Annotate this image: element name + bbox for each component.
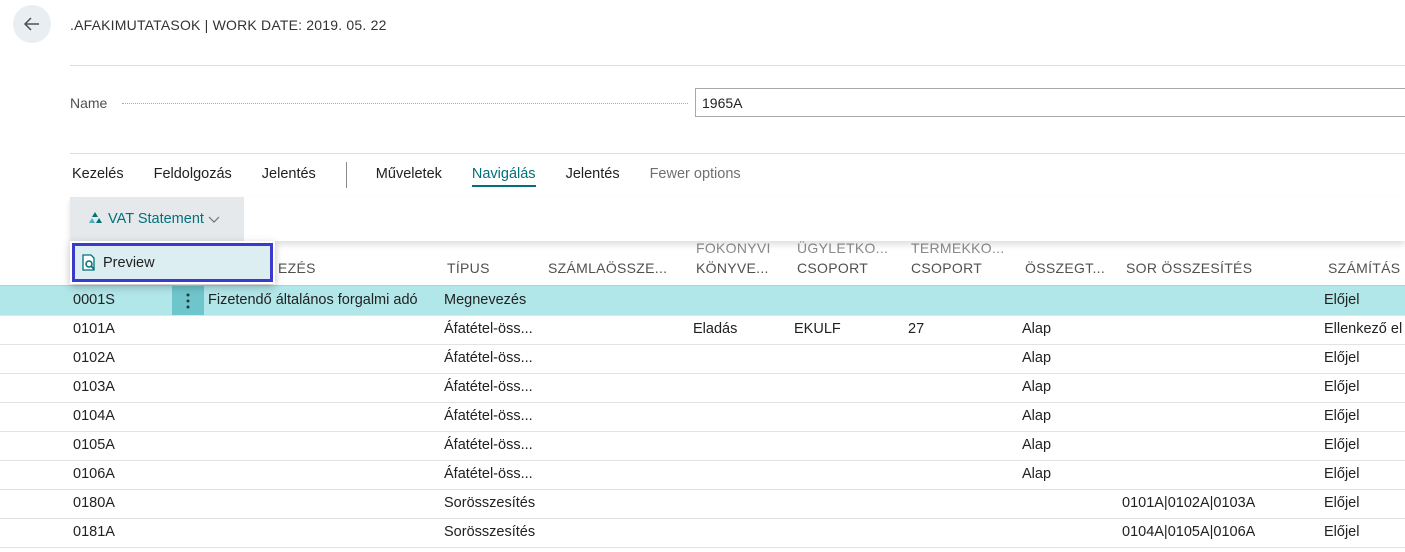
row-amount-type-cell: Alap xyxy=(1022,466,1052,482)
table-row[interactable]: 0181A Sorösszesítés 0104A|0105A|0106A Elője… xyxy=(0,518,1405,548)
table-row[interactable]: 0106A Áfatétel-öss... Alap Előjel xyxy=(0,460,1405,490)
col-header-gl-posting[interactable]: FOKONYVI KÖNYVE... xyxy=(696,238,771,283)
table-row[interactable]: 0001S Fizetendő általános forgalmi adó Meg… xyxy=(0,286,1405,316)
col-header-product-group-bottom: CSOPORT xyxy=(911,260,983,276)
action-bar: VAT Statement xyxy=(70,197,1405,241)
col-header-business-group[interactable]: ÜGYLETKO... CSOPORT xyxy=(797,238,888,283)
action-tabs: Kezelés Feldolgozás Jelentés Műveletek N… xyxy=(72,162,771,190)
col-header-gl-posting-top: FOKONYVI xyxy=(696,240,771,256)
row-business-group-cell: EKULF xyxy=(794,321,841,337)
row-calculation-cell: Előjel xyxy=(1324,524,1360,540)
row-code-cell: 0103A xyxy=(73,379,115,395)
fewer-options-button[interactable]: Fewer options xyxy=(650,166,741,185)
row-calculation-cell: Előjel xyxy=(1324,379,1360,395)
row-code-cell: 0180A xyxy=(73,495,115,511)
vat-statement-label: VAT Statement xyxy=(108,211,204,227)
tab-navigalas[interactable]: Navigálás xyxy=(471,166,536,187)
col-header-product-group-top: TERMEKKO... xyxy=(911,240,1005,256)
table-row[interactable]: 0101A Áfatétel-öss... Eladás EKULF 27 Alap Ell… xyxy=(0,315,1405,345)
row-amount-type-cell: Alap xyxy=(1022,437,1052,453)
arrow-left-icon xyxy=(23,17,39,31)
row-amount-type-cell: Alap xyxy=(1022,350,1052,366)
row-description-cell: Fizetendő általános forgalmi adó xyxy=(208,292,418,308)
row-code-cell: 0106A xyxy=(73,466,115,482)
page-title: .AFAKIMUTATASOK | WORK DATE: 2019. 05. 2… xyxy=(70,17,387,33)
col-header-product-group[interactable]: TERMEKKO... CSOPORT xyxy=(911,238,1005,283)
chevron-down-icon xyxy=(208,216,220,223)
back-button[interactable] xyxy=(13,5,51,43)
col-header-business-group-top: ÜGYLETKO... xyxy=(797,240,889,256)
tab-kezeles[interactable]: Kezelés xyxy=(72,166,124,185)
row-product-group-cell: 27 xyxy=(908,321,925,337)
row-code-cell: 0101A xyxy=(73,321,115,337)
row-type-cell: Áfatétel-öss... xyxy=(444,321,533,337)
vertical-ellipsis-icon xyxy=(186,293,190,308)
row-gl-posting-cell: Eladás xyxy=(693,321,738,337)
tab-jelentes-2[interactable]: Jelentés xyxy=(566,166,620,185)
row-code-cell: 0102A xyxy=(73,350,115,366)
name-input[interactable] xyxy=(695,88,1405,117)
row-calculation-cell: Előjel xyxy=(1324,408,1360,424)
name-label: Name xyxy=(70,95,108,111)
table-row[interactable]: 0180A Sorösszesítés 0101A|0102A|0103A Elője… xyxy=(0,489,1405,519)
row-calculation-cell: Előjel xyxy=(1324,466,1360,482)
row-calculation-cell: Előjel xyxy=(1324,437,1360,453)
row-type-cell: Áfatétel-öss... xyxy=(444,466,533,482)
row-calculation-cell: Ellenkező el xyxy=(1324,321,1403,337)
table-row[interactable]: 0102A Áfatétel-öss... Alap Előjel xyxy=(0,344,1405,374)
tab-feldolgozas[interactable]: Feldolgozás xyxy=(154,166,232,185)
row-type-cell: Áfatétel-öss... xyxy=(444,350,533,366)
row-amount-type-cell: Alap xyxy=(1022,321,1052,337)
row-type-cell: Áfatétel-öss... xyxy=(444,437,533,453)
table-row[interactable]: 0105A Áfatétel-öss... Alap Előjel xyxy=(0,431,1405,461)
row-code-cell: 0001S xyxy=(73,292,115,308)
row-totaling-cell: 0104A|0105A|0106A xyxy=(1122,524,1256,540)
row-type-cell: Megnevezés xyxy=(444,292,527,308)
divider xyxy=(70,153,1405,154)
row-code-cell: 0105A xyxy=(73,437,115,453)
row-code-cell: 0181A xyxy=(73,524,115,540)
preview-label: Preview xyxy=(103,254,155,271)
row-type-cell: Sorösszesítés xyxy=(444,524,536,540)
row-calculation-cell: Előjel xyxy=(1324,350,1360,366)
table-row[interactable]: 0103A Áfatétel-öss... Alap Előjel xyxy=(0,373,1405,403)
row-type-cell: Áfatétel-öss... xyxy=(444,379,533,395)
tab-muveletek[interactable]: Műveletek xyxy=(376,166,442,185)
vat-statement-button[interactable]: VAT Statement xyxy=(70,197,244,241)
document-search-icon xyxy=(82,254,95,271)
dotted-leader xyxy=(122,103,688,104)
vat-statement-menu: Preview xyxy=(70,241,275,284)
recycle-icon xyxy=(89,212,102,223)
tab-jelentes[interactable]: Jelentés xyxy=(262,166,316,185)
row-amount-type-cell: Alap xyxy=(1022,408,1052,424)
row-menu-button[interactable] xyxy=(172,286,204,315)
col-header-business-group-bottom: CSOPORT xyxy=(797,260,869,276)
row-type-cell: Áfatétel-öss... xyxy=(444,408,533,424)
tab-separator xyxy=(345,162,347,188)
preview-menu-item[interactable]: Preview xyxy=(72,243,273,282)
col-header-gl-posting-bottom: KÖNYVE... xyxy=(696,260,769,276)
row-calculation-cell: Előjel xyxy=(1324,495,1360,511)
divider xyxy=(70,65,1405,66)
row-code-cell: 0104A xyxy=(73,408,115,424)
row-type-cell: Sorösszesítés xyxy=(444,495,536,511)
row-amount-type-cell: Alap xyxy=(1022,379,1052,395)
table-row[interactable]: 0104A Áfatétel-öss... Alap Előjel xyxy=(0,402,1405,432)
row-calculation-cell: Előjel xyxy=(1324,292,1360,308)
row-totaling-cell: 0101A|0102A|0103A xyxy=(1122,495,1256,511)
